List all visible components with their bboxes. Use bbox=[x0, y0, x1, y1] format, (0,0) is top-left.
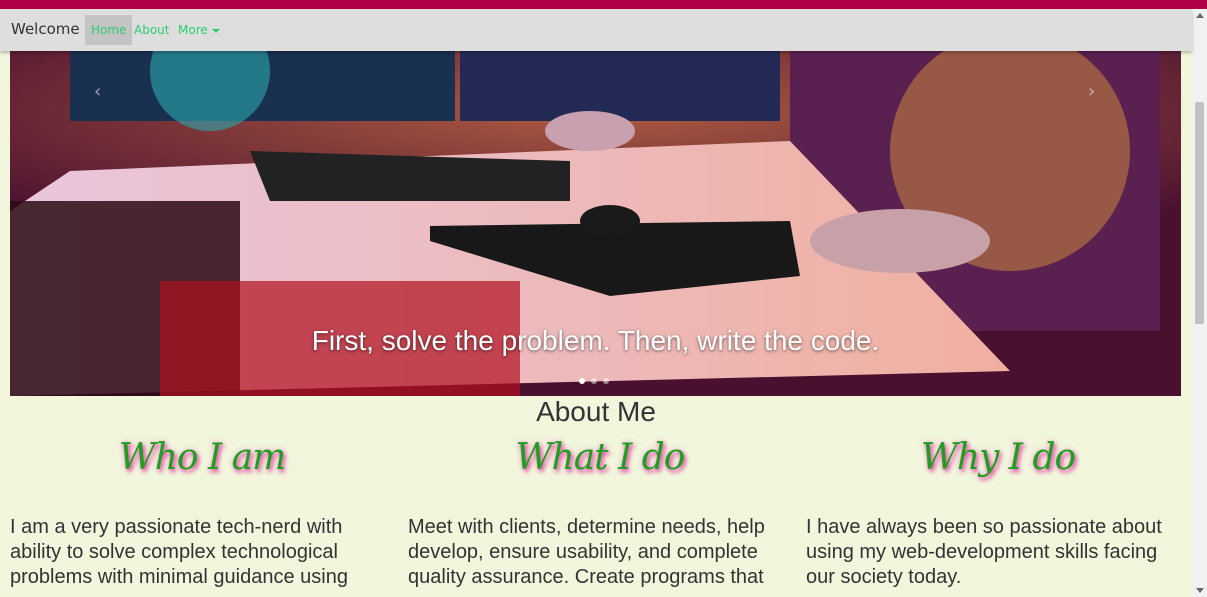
who-i-am-text: I am a very passionate tech-nerd with ab… bbox=[10, 516, 348, 588]
why-i-do-text: I have always been so passionate about u… bbox=[806, 516, 1162, 588]
navbar-brand[interactable]: Welcome bbox=[11, 20, 80, 38]
carousel-next-control[interactable]: › bbox=[1088, 81, 1095, 102]
carousel-indicators bbox=[579, 369, 615, 388]
scroll-up-icon[interactable] bbox=[1196, 13, 1204, 18]
about-section-title: About Me bbox=[536, 396, 656, 427]
carousel-indicator-2[interactable] bbox=[591, 378, 597, 384]
carousel-caption: First, solve the problem. Then, write th… bbox=[311, 325, 880, 356]
scrollbar-thumb[interactable] bbox=[1195, 102, 1204, 324]
nav-home-link[interactable]: Home bbox=[85, 15, 133, 45]
what-i-do-text: Meet with clients, determine needs, help… bbox=[408, 516, 765, 588]
chevron-down-icon bbox=[211, 28, 220, 33]
navbar: Welcome Home About More bbox=[0, 9, 1192, 51]
hero-carousel: ‹ › First, solve the problem. Then, writ… bbox=[10, 51, 1181, 396]
scroll-down-icon[interactable] bbox=[1196, 588, 1204, 593]
carousel-indicator-1[interactable] bbox=[579, 378, 585, 384]
top-accent-bar bbox=[0, 0, 1207, 9]
carousel-indicator-3[interactable] bbox=[603, 378, 609, 384]
why-i-do-heading: Why I do bbox=[920, 437, 1076, 478]
who-i-am-heading: Who I am bbox=[118, 437, 287, 478]
what-i-do-heading: What I do bbox=[515, 437, 686, 478]
carousel-prev-control[interactable]: ‹ bbox=[94, 81, 101, 102]
page-scrollbar[interactable] bbox=[1192, 9, 1207, 597]
nav-more-dropdown[interactable]: More bbox=[172, 15, 226, 45]
nav-more-label: More bbox=[178, 23, 208, 37]
nav-about-link[interactable]: About bbox=[128, 15, 175, 45]
